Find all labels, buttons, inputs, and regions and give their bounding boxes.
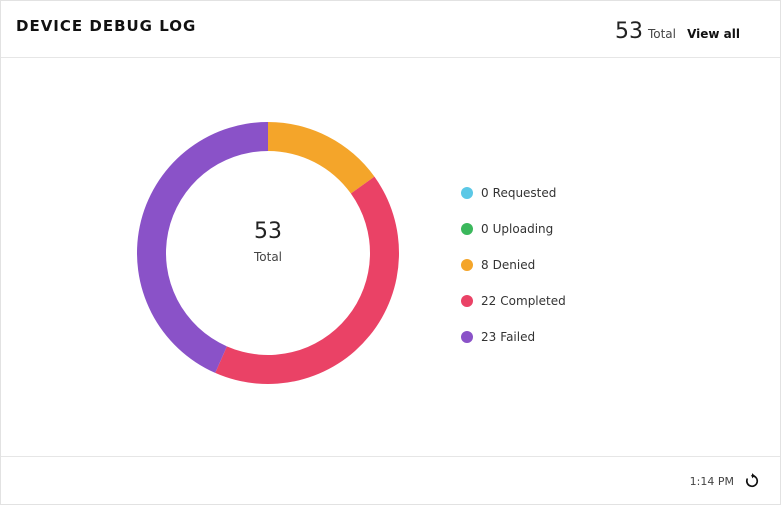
legend-dot-requested xyxy=(461,187,473,199)
donut-slice-denied xyxy=(268,122,375,194)
legend-count: 22 xyxy=(481,294,497,308)
card-footer: 1:14 PM xyxy=(1,456,780,505)
legend-label: Requested xyxy=(492,186,557,200)
donut-slice-completed xyxy=(215,176,399,384)
card-title: DEVICE DEBUG LOG xyxy=(16,17,197,35)
legend-count: 0 xyxy=(481,222,489,236)
header-total: 53 Total xyxy=(615,19,676,44)
last-updated-time: 1:14 PM xyxy=(689,475,734,488)
legend-item-requested: 0 Requested xyxy=(461,175,566,211)
legend-label: Failed xyxy=(500,330,536,344)
chart-legend: 0 Requested 0 Uploading 8 Denied 22 Comp… xyxy=(461,175,566,355)
card-header: DEVICE DEBUG LOG 53 Total View all xyxy=(1,1,780,58)
header-total-value: 53 xyxy=(614,19,643,44)
legend-count: 0 xyxy=(481,186,489,200)
legend-dot-uploading xyxy=(461,223,473,235)
legend-item-uploading: 0 Uploading xyxy=(461,211,566,247)
donut-slice-failed xyxy=(137,122,268,373)
debug-log-card: DEVICE DEBUG LOG 53 Total View all 53 To… xyxy=(0,0,781,505)
legend-dot-denied xyxy=(461,259,473,271)
donut-center-value: 53 xyxy=(254,219,282,244)
legend-dot-failed xyxy=(461,331,473,343)
legend-count: 8 xyxy=(481,258,489,272)
legend-item-failed: 23 Failed xyxy=(461,319,566,355)
legend-item-denied: 8 Denied xyxy=(461,247,566,283)
legend-dot-completed xyxy=(461,295,473,307)
chart-area: 53 Total 0 Requested 0 Uploading 8 Denie… xyxy=(1,58,780,456)
view-all-link[interactable]: View all xyxy=(687,27,740,41)
header-total-label: Total xyxy=(647,27,676,41)
legend-label: Uploading xyxy=(492,222,554,236)
legend-count: 23 xyxy=(481,330,497,344)
legend-label: Denied xyxy=(492,258,536,272)
donut-center-label: Total xyxy=(253,250,283,264)
legend-label: Completed xyxy=(500,294,566,308)
refresh-icon[interactable] xyxy=(743,472,761,490)
legend-item-completed: 22 Completed xyxy=(461,283,566,319)
